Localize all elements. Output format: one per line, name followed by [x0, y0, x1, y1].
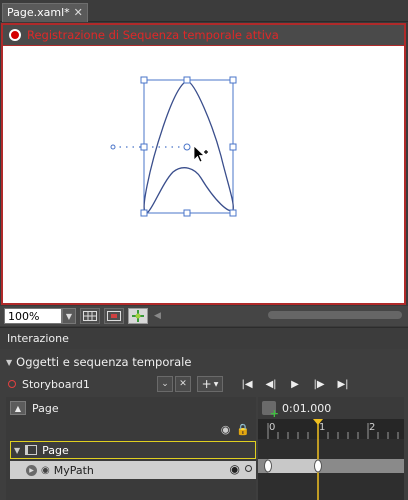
expand-icon[interactable]: ▼ [14, 446, 20, 455]
timeline-ruler[interactable]: 0 1 2 [258, 419, 404, 500]
recording-message: Registrazione di Sequenza temporale atti… [27, 28, 279, 42]
tree-item-page[interactable]: ▼ Page [10, 441, 256, 459]
snap-icon[interactable] [104, 308, 124, 324]
last-frame-icon[interactable]: ▶| [331, 376, 355, 392]
scroll-left-icon[interactable]: ◀ [154, 311, 161, 321]
scope-up-icon[interactable]: ▲ [10, 401, 26, 415]
center-point [183, 143, 191, 151]
zoom-dropdown-button[interactable]: ▼ [62, 308, 76, 324]
lock-toggle[interactable] [245, 465, 252, 472]
next-frame-icon[interactable]: |▶ [307, 376, 331, 392]
add-icon[interactable]: + ▼ [197, 376, 223, 392]
tree-item-label: Page [42, 443, 69, 457]
document-tab[interactable]: Page.xaml* ✕ [2, 3, 88, 22]
record-keyframe-icon[interactable] [8, 380, 16, 388]
ruler-background [258, 419, 404, 439]
artboard[interactable] [3, 46, 404, 303]
artboard-frame: Registrazione di Sequenza temporale atti… [1, 23, 406, 305]
rotation-handle [110, 144, 116, 150]
tree-item-label: MyPath [53, 463, 94, 477]
scope-root[interactable]: ▲ Page [10, 401, 59, 415]
ruler-label: 1 [319, 422, 325, 433]
document-tab-title: Page.xaml* [7, 6, 70, 19]
record-keyframe-icon[interactable] [262, 401, 279, 420]
object-tree: ▲ Page ◉ 🔒 ▼ Page ▶ ◉ MyPath ◉ [6, 397, 256, 500]
path-element-icon: ◉ [41, 464, 50, 476]
storyboard-row: Storyboard1 ⌄ ✕ + ▼ |◀ ◀| ▶ |▶ ▶| [6, 374, 402, 394]
timeline[interactable]: 0:01.000 0 1 2 [258, 397, 404, 500]
play-icon[interactable]: ▶ [283, 376, 307, 392]
zoom-input[interactable]: 100% [4, 308, 62, 324]
eye-icon[interactable]: ◉ [221, 423, 231, 436]
section-title: Oggetti e sequenza temporale [16, 355, 192, 369]
keyframe [264, 459, 272, 473]
record-icon[interactable] [9, 29, 21, 41]
first-frame-icon[interactable]: |◀ [235, 376, 259, 392]
lock-icon[interactable]: 🔒 [236, 423, 250, 436]
recording-bar: Registrazione di Sequenza temporale atti… [3, 25, 404, 46]
eye-icon[interactable]: ◉ [230, 462, 240, 476]
prev-frame-icon[interactable]: ◀| [259, 376, 283, 392]
ruler-label: 2 [369, 422, 375, 433]
mouse-cursor-icon [193, 145, 208, 163]
tree-item-mypath[interactable]: ▶ ◉ MyPath ◉ [10, 461, 256, 479]
scope-root-label: Page [32, 401, 59, 415]
close-storyboard-icon[interactable]: ✕ [175, 376, 191, 392]
animation-span [268, 459, 318, 473]
keyframe [314, 459, 322, 473]
page-element-icon [25, 445, 38, 455]
timeline-header: 0:01.000 [258, 397, 404, 420]
close-icon[interactable]: ✕ [74, 4, 83, 22]
current-time[interactable]: 0:01.000 [282, 402, 331, 415]
storyboard-options-icon[interactable]: ⌄ [157, 376, 173, 392]
section-header[interactable]: ▼ Oggetti e sequenza temporale [6, 353, 191, 371]
design-surface[interactable] [3, 46, 404, 303]
expand-animation-icon[interactable]: ▶ [26, 464, 37, 476]
grid-icon[interactable] [80, 308, 100, 324]
visibility-lock-header: ◉ 🔒 [221, 423, 250, 436]
storyboard-name[interactable]: Storyboard1 [22, 378, 155, 391]
ruler-label: 0 [269, 422, 275, 433]
pan-icon[interactable] [128, 308, 148, 324]
collapse-icon[interactable]: ▼ [6, 358, 12, 367]
transport-controls: |◀ ◀| ▶ |▶ ▶| [235, 376, 355, 392]
view-toolbar: 100% ▼ ◀ [0, 306, 408, 326]
horizontal-scrollbar[interactable] [268, 311, 402, 319]
panel-title: Interazione [0, 327, 408, 349]
document-tab-bar: Page.xaml* ✕ [0, 0, 408, 22]
objects-timeline-section: ▼ Oggetti e sequenza temporale Storyboar… [0, 349, 408, 500]
